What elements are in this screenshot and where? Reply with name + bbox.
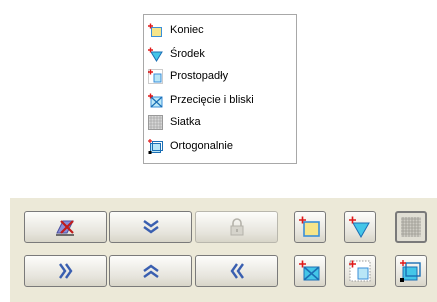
menu-item-label: Siatka <box>170 116 201 128</box>
lock-button[interactable] <box>195 211 278 243</box>
snap-grid-icon <box>401 217 421 237</box>
snap-intersection-button[interactable] <box>294 255 326 287</box>
menu-item-label: Koniec <box>170 24 204 36</box>
menu-item-przeciecie[interactable]: Przecięcie i bliski <box>148 91 294 109</box>
menu-item-label: Prostopadły <box>170 70 229 82</box>
menu-item-srodek[interactable]: Środek <box>148 45 294 63</box>
delete-icon <box>55 220 74 236</box>
move-down-button[interactable] <box>109 211 192 243</box>
menu-item-siatka[interactable]: Siatka <box>148 113 294 131</box>
double-chevron-left-icon <box>230 263 244 279</box>
snap-grid-icon <box>148 114 163 130</box>
menu-item-prostopadly[interactable]: Prostopadły <box>148 67 294 85</box>
menu-item-label: Środek <box>170 48 205 60</box>
snap-end-icon <box>299 216 320 237</box>
double-chevron-down-icon <box>142 220 159 234</box>
snap-menu: Koniec Środek Prostopadły Przecięcie i b… <box>143 14 297 164</box>
snap-grid-button[interactable] <box>395 211 427 243</box>
menu-item-ortogonalnie[interactable]: Ortogonalnie <box>148 137 294 155</box>
snap-orthogonal-button[interactable] <box>395 255 427 287</box>
move-left-button[interactable] <box>195 255 278 287</box>
snap-orthogonal-icon <box>400 260 421 282</box>
snap-midpoint-icon <box>148 47 163 62</box>
double-chevron-right-icon <box>58 263 72 279</box>
double-chevron-up-icon <box>142 264 159 278</box>
lock-icon <box>230 218 243 236</box>
delete-button[interactable] <box>24 211 107 243</box>
snap-midpoint-icon <box>349 216 370 238</box>
snap-intersection-icon <box>299 260 320 281</box>
menu-item-label: Ortogonalnie <box>170 140 233 152</box>
menu-item-label: Przecięcie i bliski <box>170 94 254 106</box>
snap-intersection-icon <box>148 93 163 107</box>
move-right-button[interactable] <box>24 255 107 287</box>
move-up-button[interactable] <box>109 255 192 287</box>
snap-perpendicular-button[interactable] <box>344 255 376 287</box>
snap-perpendicular-icon <box>148 68 163 84</box>
snap-orthogonal-icon <box>148 138 163 154</box>
snap-perpendicular-icon <box>349 260 371 282</box>
snap-end-icon <box>148 23 162 37</box>
snap-end-button[interactable] <box>294 211 326 243</box>
menu-item-koniec[interactable]: Koniec <box>148 21 294 39</box>
snap-midpoint-button[interactable] <box>344 211 376 243</box>
toolbar <box>10 198 437 302</box>
